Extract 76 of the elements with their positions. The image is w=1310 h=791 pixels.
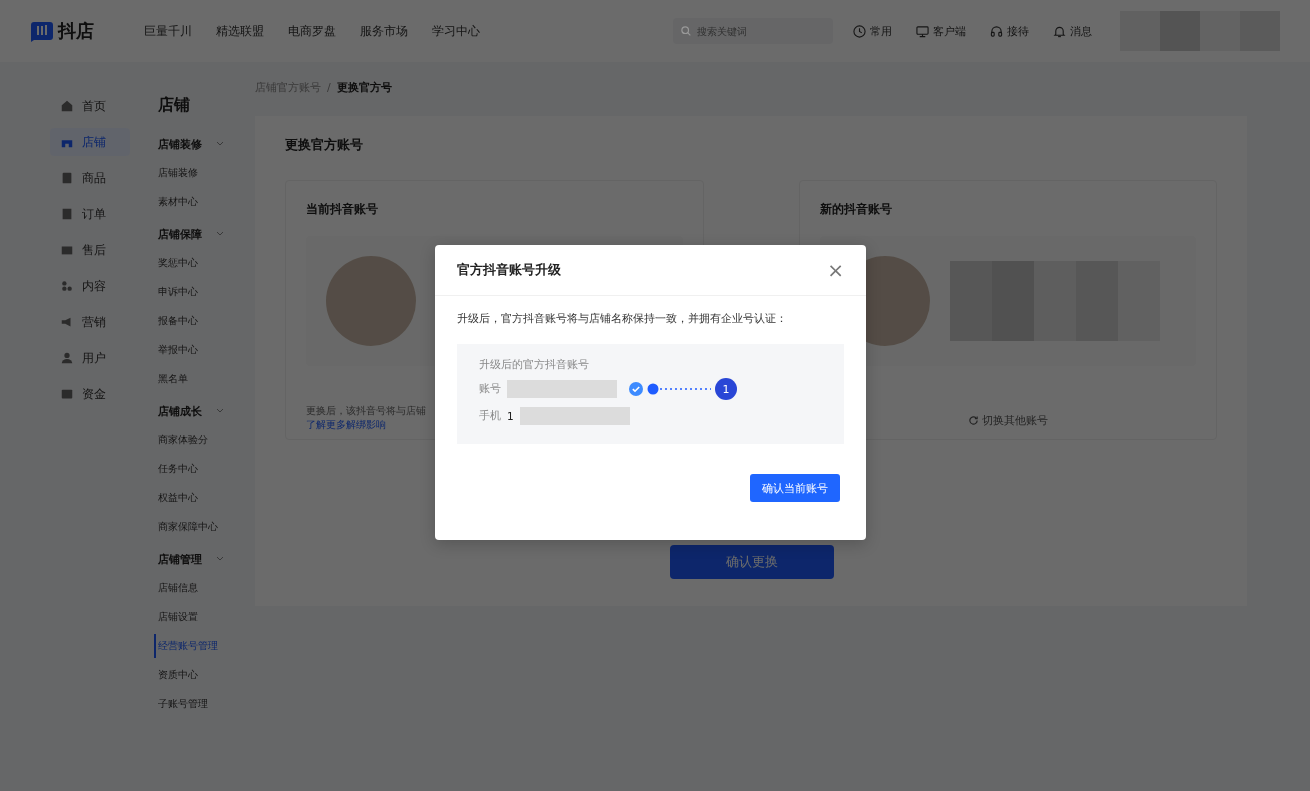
submenu-item[interactable]: 权益中心 [158,486,255,510]
confirm-current-account-button[interactable]: 确认当前账号 [750,474,840,502]
close-button[interactable]: × [827,260,844,280]
search-icon [681,26,691,36]
menu-icon [60,387,74,401]
submenu-item[interactable]: 资质中心 [158,663,255,687]
submenu-item[interactable]: 经营账号管理 [154,634,255,658]
nav-link[interactable]: 电商罗盘 [288,22,336,40]
field-label: 账号 [479,382,501,396]
dialog-description: 升级后，官方抖音账号将与店铺名称保持一致，并拥有企业号认证： [456,311,788,326]
clock-icon [853,24,866,38]
sidebar-item[interactable]: 营销 [50,308,130,336]
progress-connector-drawing [647,383,711,395]
page-title: 更换官方账号 [285,136,364,154]
nav-link[interactable]: 巨量千川 [144,22,192,40]
sidebar-item[interactable]: 售后 [50,236,130,264]
menu-group-header[interactable]: 店铺成长 [158,399,224,423]
chevron-icon [216,231,224,237]
menu-group-header[interactable]: 店铺管理 [158,547,224,571]
submenu-item[interactable]: 商家体验分 [158,428,255,452]
submenu-item[interactable]: 报备中心 [158,309,255,333]
submenu-item[interactable]: 奖惩中心 [158,251,255,275]
learn-more-link[interactable]: 了解更多解绑影响 [306,418,386,432]
card-title: 当前抖音账号 [306,201,379,218]
logo-text: 抖店 [58,19,94,43]
menu-icon [60,171,74,185]
toolbar-button[interactable]: 常用 [853,23,892,39]
menu-icon [60,315,74,329]
menu-icon [60,99,74,113]
menu-group-header[interactable]: 店铺保障 [158,222,224,246]
field-label: 手机 [479,409,501,423]
submenu-item[interactable]: 店铺设置 [158,605,255,629]
refresh-icon [967,415,979,426]
breadcrumb-current: 更换官方号 [336,79,392,95]
phone-value: 1 [507,410,514,422]
card-title: 新的抖音账号 [819,201,893,218]
submenu-item[interactable]: 店铺信息 [158,576,255,600]
confirm-button[interactable]: 确认更换 [670,545,834,579]
chevron-icon [216,408,224,414]
sidebar-item[interactable]: 店铺 [50,128,130,156]
submenu-item[interactable]: 任务中心 [158,457,255,481]
menu-group-header[interactable]: 店铺装修 [158,132,224,156]
submenu-item[interactable]: 素材中心 [158,190,255,214]
sidebar-item[interactable]: 资金 [50,380,130,408]
menu-icon [60,351,74,365]
breadcrumb-separator: / [327,80,331,94]
submenu-item[interactable]: 举报中心 [158,338,255,362]
nav-link[interactable]: 学习中心 [432,22,480,40]
dialog-title: 官方抖音账号升级 [457,261,561,279]
submenu-item[interactable]: 商家保障中心 [158,515,255,539]
nav-link[interactable]: 服务市场 [360,22,408,40]
sidebar-item[interactable]: 内容 [50,272,130,300]
submenu-item[interactable]: 子账号管理 [158,692,255,716]
logo-icon [30,20,54,42]
menu-icon [60,207,74,221]
monitor-icon [916,24,929,38]
sidebar-item[interactable]: 商品 [50,164,130,192]
step-number: 1 [715,378,737,400]
panel-title: 升级后的官方抖音账号 [479,358,590,372]
nav-link[interactable]: 精选联盟 [216,22,264,40]
check-circle-icon [629,382,643,396]
submenu-item[interactable]: 店铺装修 [158,161,255,185]
menu-icon [60,279,74,293]
chevron-icon [216,141,224,147]
submenu-item[interactable]: 黑名单 [158,367,255,391]
chevron-icon [216,556,224,562]
submenu-item[interactable]: 申诉中心 [158,280,255,304]
sidebar-item[interactable]: 首页 [50,92,130,120]
toolbar-button[interactable]: 接待 [990,23,1029,39]
submenu-title: 店铺 [158,94,191,116]
toolbar-button[interactable]: 客户端 [916,23,966,39]
sidebar-item[interactable]: 用户 [50,344,130,372]
headset-icon [990,24,1003,38]
toolbar-button[interactable]: 消息 [1053,23,1092,39]
bell-icon [1053,24,1066,38]
sidebar-item[interactable]: 订单 [50,200,130,228]
